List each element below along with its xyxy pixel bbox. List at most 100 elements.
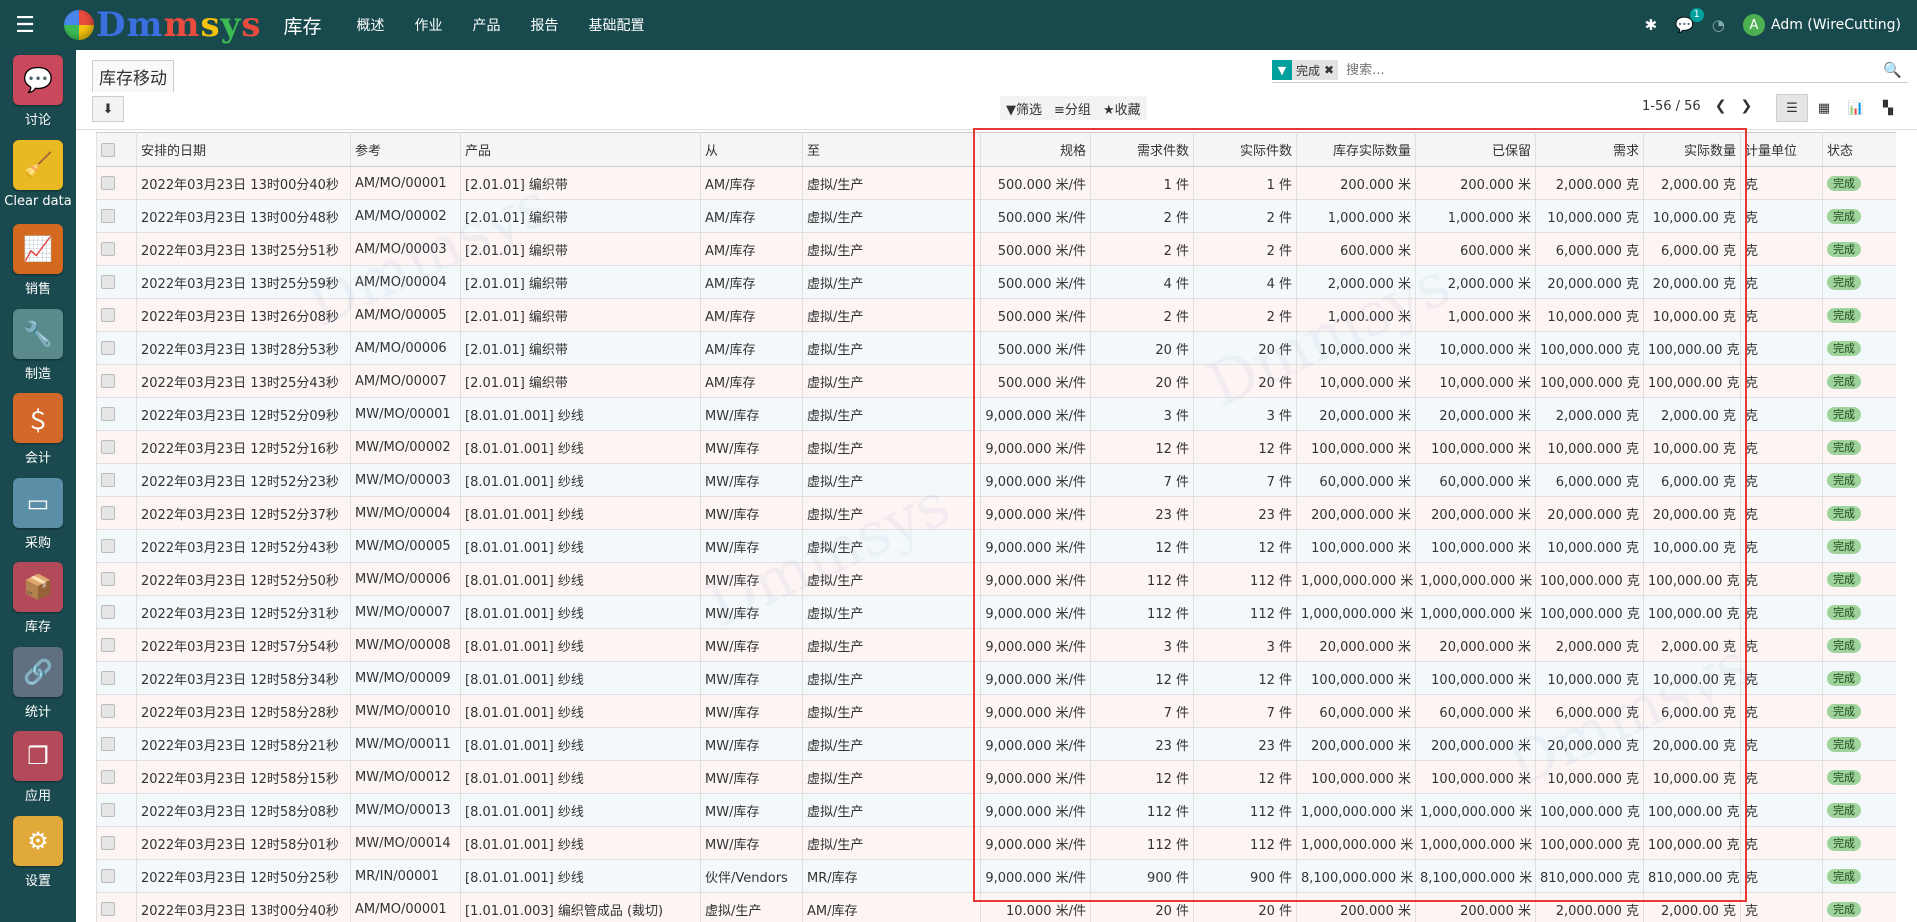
row-checkbox-cell[interactable] (96, 628, 137, 662)
row-checkbox[interactable] (101, 539, 115, 553)
export-button[interactable]: ⬇ (92, 96, 124, 122)
top-menu-item[interactable]: 概述 (342, 15, 400, 35)
avatar[interactable]: A (1743, 14, 1765, 36)
table-row[interactable]: 2022年03月23日 12时52分16秒 MW/MO/00002 [8.01.01… (96, 430, 1896, 464)
search-input[interactable] (1344, 61, 1884, 79)
table-row[interactable]: 2022年03月23日 12时52分09秒 MW/MO/00001 [8.01.01… (96, 397, 1896, 431)
table-row[interactable]: 2022年03月23日 13时28分53秒 AM/MO/00006 [2.01.01… (96, 331, 1896, 365)
row-checkbox[interactable] (101, 440, 115, 454)
table-row[interactable]: 2022年03月23日 12时58分08秒 MW/MO/00013 [8.01.01… (96, 793, 1896, 827)
sidebar-item[interactable]: 💬 讨论 (0, 50, 76, 135)
row-checkbox[interactable] (101, 341, 115, 355)
row-checkbox[interactable] (101, 374, 115, 388)
pivot-view-icon[interactable]: ▦ (1808, 94, 1840, 122)
top-menu-item[interactable]: 产品 (458, 15, 516, 35)
row-checkbox[interactable] (101, 209, 115, 223)
row-checkbox-cell[interactable] (96, 529, 137, 563)
list-view-icon[interactable]: ☰ (1776, 94, 1808, 122)
column-header[interactable]: 需求件数 (1090, 132, 1194, 167)
table-row[interactable]: 2022年03月23日 12时52分31秒 MW/MO/00007 [8.01.01… (96, 595, 1896, 629)
sidebar-item[interactable]: 📦 库存 (0, 557, 76, 642)
select-all-checkbox-cell[interactable] (96, 132, 137, 167)
pager-next-icon[interactable]: ❯ (1740, 98, 1752, 114)
brand-logo[interactable]: Dmmsys (64, 8, 262, 42)
chat-bubbles-icon[interactable]: 💬 1 (1675, 8, 1704, 34)
table-row[interactable]: 2022年03月23日 12时58分15秒 MW/MO/00012 [8.01.01… (96, 760, 1896, 794)
row-checkbox-cell[interactable] (96, 298, 137, 332)
table-row[interactable]: 2022年03月23日 12时58分28秒 MW/MO/00010 [8.01.01… (96, 694, 1896, 728)
row-checkbox-cell[interactable] (96, 265, 137, 299)
graph-view-icon[interactable]: 📊 (1840, 94, 1872, 122)
filter-button[interactable]: ▼筛选 (1000, 99, 1048, 118)
table-row[interactable]: 2022年03月23日 13时25分43秒 AM/MO/00007 [2.01.01… (96, 364, 1896, 398)
row-checkbox-cell[interactable] (96, 595, 137, 629)
row-checkbox[interactable] (101, 737, 115, 751)
top-menu-item[interactable]: 基础配置 (574, 15, 660, 35)
column-header[interactable]: 安排的日期 (136, 132, 351, 167)
table-row[interactable]: 2022年03月23日 13时00分48秒 AM/MO/00002 [2.01.01… (96, 199, 1896, 233)
bug-icon[interactable]: ✱ (1645, 16, 1658, 34)
row-checkbox-cell[interactable] (96, 694, 137, 728)
clock-icon[interactable]: ◔ (1712, 16, 1725, 34)
row-checkbox[interactable] (101, 242, 115, 256)
sidebar-item[interactable]: 📈 销售 (0, 219, 76, 304)
row-checkbox[interactable] (101, 473, 115, 487)
table-row[interactable]: 2022年03月23日 12时58分01秒 MW/MO/00014 [8.01.01… (96, 826, 1896, 860)
row-checkbox[interactable] (101, 704, 115, 718)
row-checkbox-cell[interactable] (96, 793, 137, 827)
row-checkbox[interactable] (101, 506, 115, 520)
column-header[interactable]: 已保留 (1415, 132, 1536, 167)
table-row[interactable]: 2022年03月23日 12时52分23秒 MW/MO/00003 [8.01.01… (96, 463, 1896, 497)
column-header[interactable]: 从 (700, 132, 803, 167)
row-checkbox-cell[interactable] (96, 430, 137, 464)
row-checkbox[interactable] (101, 176, 115, 190)
row-checkbox[interactable] (101, 605, 115, 619)
row-checkbox-cell[interactable] (96, 166, 137, 200)
select-all-checkbox[interactable] (101, 142, 115, 157)
table-row[interactable]: 2022年03月23日 13时25分51秒 AM/MO/00003 [2.01.01… (96, 232, 1896, 266)
pager-previous-icon[interactable]: ❮ (1715, 98, 1727, 114)
column-header[interactable]: 至 (802, 132, 981, 167)
favorites-button[interactable]: ★收藏 (1097, 99, 1147, 118)
sidebar-item[interactable]: 🧹 Clear data (0, 135, 76, 220)
sidebar-item[interactable]: 🔗 统计 (0, 642, 76, 727)
column-header[interactable]: 参考 (350, 132, 461, 167)
table-row[interactable]: 2022年03月23日 12时50分25秒 MR/IN/00001 [8.01.01… (96, 859, 1896, 893)
column-header[interactable]: 计量单位 (1740, 132, 1823, 167)
row-checkbox-cell[interactable] (96, 562, 137, 596)
table-row[interactable]: 2022年03月23日 13时25分59秒 AM/MO/00004 [2.01.01… (96, 265, 1896, 299)
table-row[interactable]: 2022年03月23日 12时52分50秒 MW/MO/00006 [8.01.01… (96, 562, 1896, 596)
sidebar-item[interactable]: ▭ 采购 (0, 473, 76, 558)
table-row[interactable]: 2022年03月23日 12时58分21秒 MW/MO/00011 [8.01.01… (96, 727, 1896, 761)
table-row[interactable]: 2022年03月23日 13时00分40秒 AM/MO/00001 [2.01.01… (96, 166, 1896, 200)
row-checkbox[interactable] (101, 836, 115, 850)
row-checkbox-cell[interactable] (96, 661, 137, 695)
group-by-button[interactable]: ≡分组 (1048, 99, 1097, 118)
column-header[interactable]: 实际件数 (1193, 132, 1297, 167)
row-checkbox-cell[interactable] (96, 397, 137, 431)
row-checkbox-cell[interactable] (96, 760, 137, 794)
row-checkbox-cell[interactable] (96, 463, 137, 497)
row-checkbox[interactable] (101, 803, 115, 817)
facet-remove-icon[interactable]: ✖ (1324, 63, 1338, 77)
sidebar-item[interactable]: ❒ 应用 (0, 726, 76, 811)
row-checkbox[interactable] (101, 308, 115, 322)
row-checkbox-cell[interactable] (96, 232, 137, 266)
table-row[interactable]: 2022年03月23日 13时00分40秒 AM/MO/00001 [1.01.01… (96, 892, 1896, 922)
row-checkbox-cell[interactable] (96, 331, 137, 365)
sidebar-item[interactable]: ⚙ 设置 (0, 811, 76, 896)
search-icon[interactable]: 🔍 (1883, 61, 1902, 79)
hamburger-menu-icon[interactable]: ☰ (0, 0, 50, 50)
row-checkbox[interactable] (101, 671, 115, 685)
column-header[interactable]: 库存实际数量 (1296, 132, 1416, 167)
row-checkbox[interactable] (101, 275, 115, 289)
row-checkbox[interactable] (101, 638, 115, 652)
pager-value[interactable]: 1-56 / 56 (1642, 99, 1701, 114)
table-row[interactable]: 2022年03月23日 12时57分54秒 MW/MO/00008 [8.01.01… (96, 628, 1896, 662)
sidebar-item[interactable]: ＄ 会计 (0, 388, 76, 473)
column-header[interactable]: 规格 (980, 132, 1091, 167)
top-menu-item[interactable]: 作业 (400, 15, 458, 35)
table-row[interactable]: 2022年03月23日 13时26分08秒 AM/MO/00005 [2.01.01… (96, 298, 1896, 332)
column-header[interactable]: 产品 (460, 132, 701, 167)
row-checkbox[interactable] (101, 902, 115, 916)
